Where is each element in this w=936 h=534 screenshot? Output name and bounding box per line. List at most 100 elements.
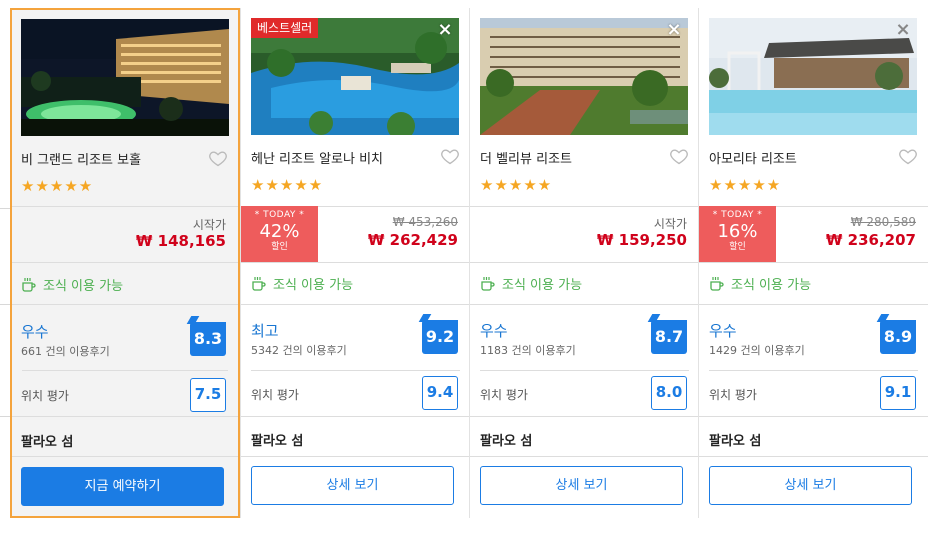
discount-label: 할인 [271, 242, 288, 252]
star-rating: ★★★★★ [21, 177, 94, 195]
review-score-badge: 8.3 [190, 322, 226, 356]
hotel-photo[interactable]: 베스트셀러 × [251, 18, 459, 135]
rating-word: 우수 [709, 322, 737, 340]
divider [470, 304, 699, 305]
divider [241, 416, 470, 417]
divider [241, 304, 470, 305]
breakfast-info: 조식 이용 가능 [709, 274, 811, 293]
original-price: ₩ 453,260 [392, 215, 458, 229]
review-count[interactable]: 661 건의 이용후기 [21, 343, 110, 359]
breakfast-label: 조식 이용 가능 [731, 278, 812, 293]
discount-percent: 16% [717, 221, 758, 242]
heart-icon[interactable] [669, 146, 689, 166]
heart-icon[interactable] [208, 148, 228, 168]
divider [251, 370, 460, 371]
price: ₩ 159,250 [596, 231, 687, 249]
location-rating-label: 위치 평가 [251, 388, 299, 402]
gutter-divider [0, 304, 10, 305]
hotel-card[interactable]: 비 그랜드 리조트 보홀 ★★★★★ 시작가 ₩ 148,165 조식 이용 가… [10, 8, 240, 518]
review-score-badge: 8.9 [880, 320, 916, 354]
heart-icon[interactable] [440, 146, 460, 166]
hotel-name[interactable]: 비 그랜드 리조트 보홀 [21, 149, 141, 168]
area-name: 팔라오 섬 [251, 434, 304, 449]
divider [470, 262, 699, 263]
heart-icon[interactable] [898, 146, 918, 166]
view-details-button[interactable]: 상세 보기 [709, 466, 912, 505]
coffee-cup-icon [481, 276, 495, 291]
divider [22, 370, 228, 371]
location-rating-label: 위치 평가 [21, 389, 69, 403]
garden-resort-image [480, 18, 688, 135]
star-rating: ★★★★★ [251, 176, 324, 194]
area-name: 팔라오 섬 [480, 434, 533, 449]
divider [709, 370, 918, 371]
location-rating-label: 위치 평가 [709, 388, 757, 402]
price-label: 시작가 [653, 217, 687, 231]
hotel-photo[interactable] [21, 19, 229, 136]
divider [470, 456, 699, 457]
divider [241, 456, 470, 457]
price-section: 시작가 ₩ 159,250 [470, 206, 699, 262]
price-section: * TODAY * 16% 할인 ₩ 280,589 ₩ 236,207 [699, 206, 928, 262]
book-now-button[interactable]: 지금 예약하기 [21, 467, 224, 506]
divider [699, 416, 928, 417]
bestseller-badge: 베스트셀러 [251, 18, 319, 38]
price-label: 시작가 [192, 218, 226, 232]
hotel-name[interactable]: 아모리타 리조트 [709, 148, 797, 167]
gutter-divider [0, 208, 10, 209]
price: ₩ 262,429 [367, 231, 458, 249]
gutter-divider [0, 416, 10, 417]
rating-word: 우수 [21, 323, 49, 341]
hotel-name[interactable]: 더 벨리뷰 리조트 [480, 148, 572, 167]
star-rating: ★★★★★ [709, 176, 782, 194]
hotel-card[interactable]: 베스트셀러 × 헤난 리조트 알로나 비치 ★★★★★ * TODAY * 42… [241, 8, 470, 518]
coffee-cup-icon [710, 276, 724, 291]
hotel-photo[interactable]: × [709, 18, 917, 135]
divider [12, 304, 238, 305]
today-label: * TODAY * [254, 210, 305, 220]
today-label: * TODAY * [712, 210, 763, 220]
price: ₩ 236,207 [825, 231, 916, 249]
location-score-badge: 7.5 [190, 378, 226, 412]
divider [699, 262, 928, 263]
view-details-button[interactable]: 상세 보기 [251, 466, 454, 505]
rating-word: 우수 [480, 322, 508, 340]
today-deal-badge: * TODAY * 16% 할인 [699, 206, 776, 262]
coffee-cup-icon [22, 277, 36, 292]
review-score-badge: 9.2 [422, 320, 458, 354]
coffee-cup-icon [252, 276, 266, 291]
close-icon[interactable]: × [666, 21, 682, 39]
review-count[interactable]: 1183 건의 이용후기 [480, 342, 576, 358]
review-count[interactable]: 1429 건의 이용후기 [709, 342, 805, 358]
view-details-button[interactable]: 상세 보기 [480, 466, 683, 505]
breakfast-info: 조식 이용 가능 [21, 275, 123, 294]
night-resort-image [21, 19, 229, 136]
hotel-photo[interactable]: × [480, 18, 688, 135]
hotel-card[interactable]: × 더 벨리뷰 리조트 ★★★★★ 시작가 ₩ 159,250 조식 이용 가능… [470, 8, 699, 518]
hotel-card[interactable]: × 아모리타 리조트 ★★★★★ * TODAY * 16% 할인 ₩ 280,… [699, 8, 928, 518]
rating-word: 최고 [251, 322, 279, 340]
breakfast-label: 조식 이용 가능 [43, 279, 124, 294]
infinity-pool-resort-image [709, 18, 917, 135]
price-section: * TODAY * 42% 할인 ₩ 453,260 ₩ 262,429 [241, 206, 470, 262]
area-name: 팔라오 섬 [21, 435, 74, 450]
location-score-badge: 9.4 [422, 376, 458, 410]
hotel-name[interactable]: 헤난 리조트 알로나 비치 [251, 148, 383, 167]
review-count[interactable]: 5342 건의 이용후기 [251, 342, 347, 358]
divider [470, 416, 699, 417]
divider [12, 456, 238, 457]
divider [12, 262, 238, 263]
location-rating-label: 위치 평가 [480, 388, 528, 402]
divider [241, 262, 470, 263]
close-icon[interactable]: × [895, 21, 911, 39]
location-score-badge: 8.0 [651, 376, 687, 410]
today-deal-badge: * TODAY * 42% 할인 [241, 206, 318, 262]
original-price: ₩ 280,589 [850, 215, 916, 229]
area-name: 팔라오 섬 [709, 434, 762, 449]
location-score-badge: 9.1 [880, 376, 916, 410]
close-icon[interactable]: × [437, 21, 453, 39]
divider [480, 370, 689, 371]
breakfast-label: 조식 이용 가능 [502, 278, 583, 293]
discount-percent: 42% [259, 221, 300, 242]
divider [699, 456, 928, 457]
